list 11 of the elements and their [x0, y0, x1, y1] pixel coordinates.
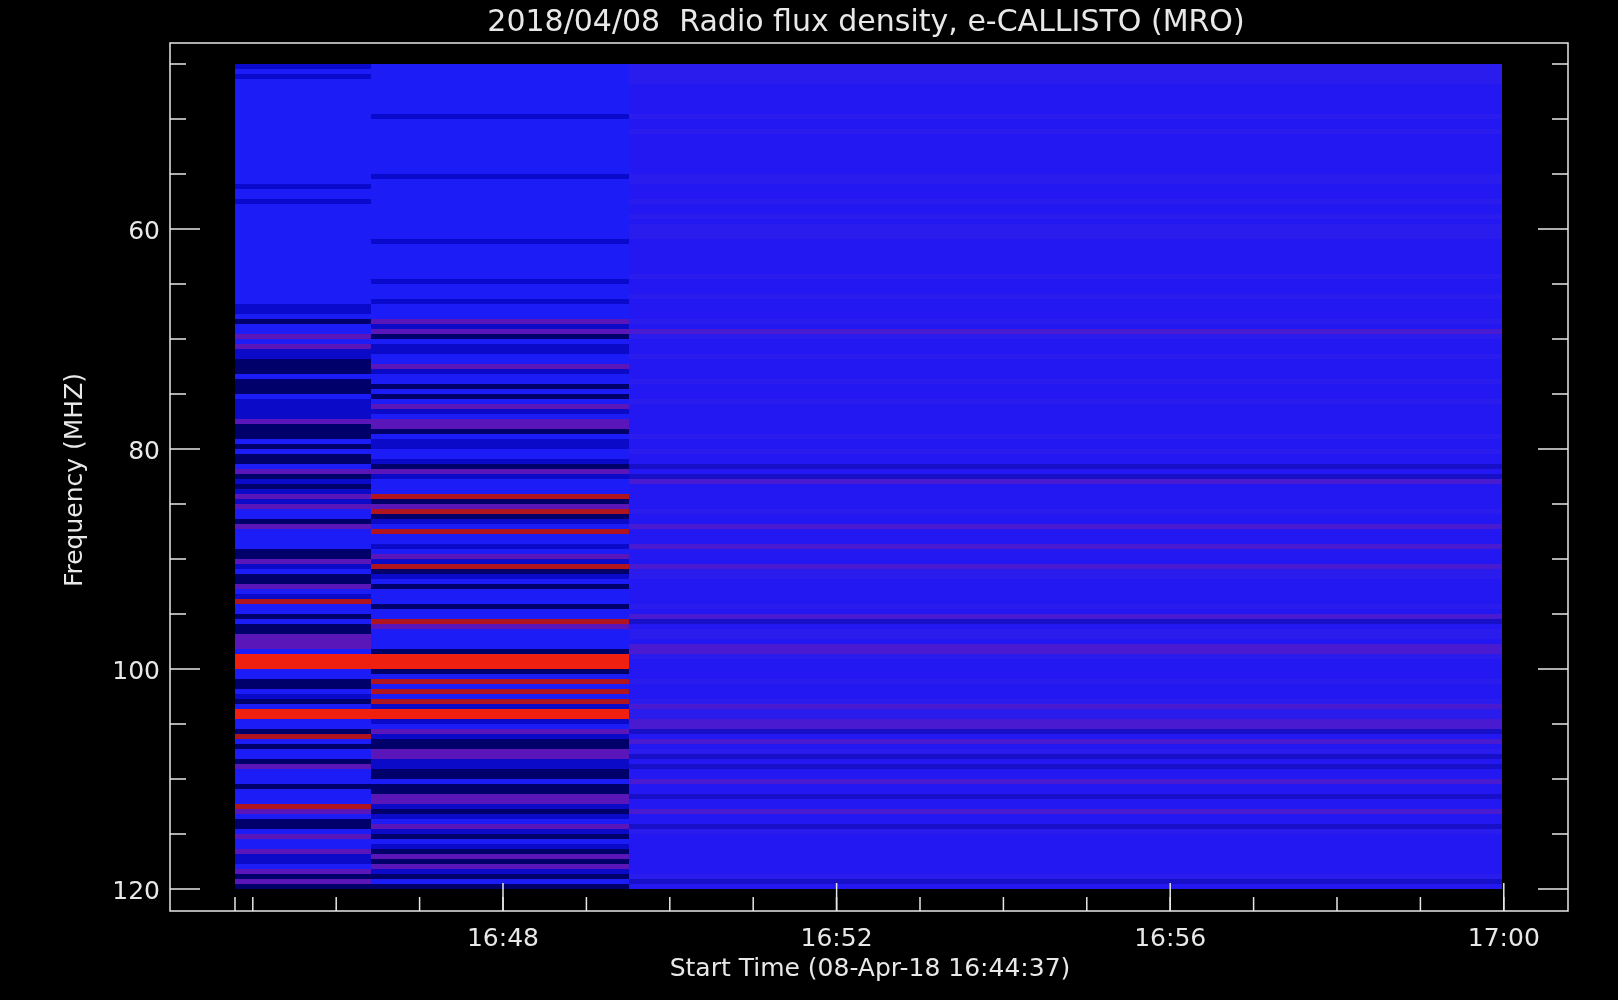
x-tick-label: 16:56 [1134, 923, 1207, 952]
chart-title: 2018/04/08 Radio flux density, e-CALLISTO (MRO) [487, 3, 1245, 38]
x-axis-label: Start Time (08-Apr-18 16:44:37) [669, 953, 1071, 982]
x-tick-label: 17:00 [1467, 923, 1540, 952]
y-tick-label: 100 [112, 656, 160, 685]
y-tick-label: 80 [128, 436, 160, 465]
x-tick-label: 16:48 [467, 923, 539, 952]
y-axis-label: Frequency (MHZ) [59, 372, 88, 588]
x-tick-label: 16:52 [800, 923, 873, 952]
y-tick-label: 120 [112, 876, 160, 905]
y-tick-label: 60 [128, 216, 160, 245]
